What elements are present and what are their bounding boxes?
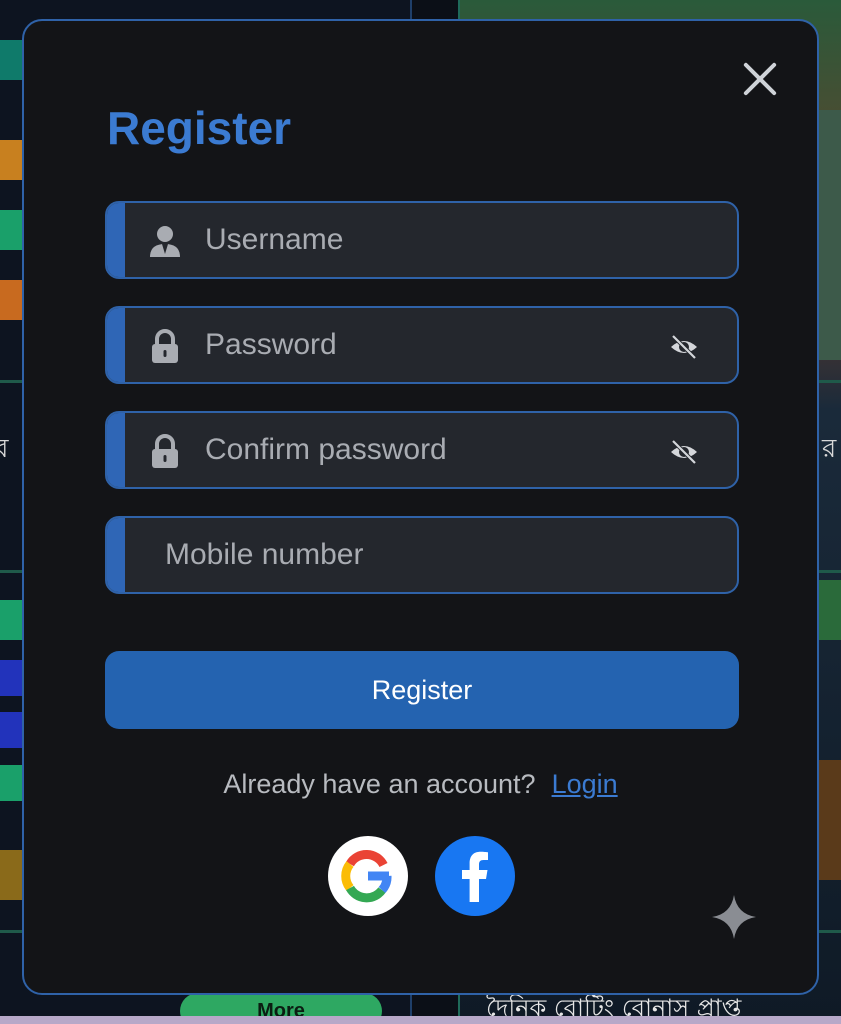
google-icon — [341, 849, 392, 903]
background-tile — [0, 600, 24, 640]
background-tile — [817, 110, 841, 360]
background-divider — [817, 380, 841, 383]
modal-title: Register — [107, 102, 292, 154]
background-tile — [0, 660, 24, 696]
background-text-fragment: র — [822, 434, 837, 464]
login-prompt: Already have an account? Login — [24, 769, 817, 800]
background-tile — [0, 712, 24, 748]
field-accent — [107, 413, 125, 487]
background-divider — [0, 380, 24, 383]
confirm-password-field — [105, 411, 739, 489]
lock-icon — [147, 433, 183, 469]
background-tile — [817, 580, 841, 640]
username-field — [105, 201, 739, 279]
background-tile — [0, 210, 24, 250]
background-tile — [0, 40, 24, 80]
sparkle-icon — [710, 893, 758, 941]
register-button[interactable]: Register — [105, 651, 739, 729]
background-tile — [0, 280, 24, 320]
bottom-bar — [0, 1016, 841, 1024]
login-link[interactable]: Login — [552, 769, 618, 799]
background-divider — [0, 570, 24, 573]
mobile-number-field — [105, 516, 739, 594]
background-divider — [817, 570, 841, 573]
google-login-button[interactable] — [328, 836, 408, 916]
password-field — [105, 306, 739, 384]
mobile-number-input[interactable] — [165, 518, 615, 592]
eye-off-icon[interactable] — [669, 437, 699, 467]
background-tile — [0, 850, 24, 900]
lock-icon — [147, 328, 183, 364]
background-text-fragment: ব — [0, 434, 9, 464]
background-divider — [817, 930, 841, 933]
password-input[interactable] — [205, 308, 655, 382]
username-input[interactable] — [205, 203, 655, 277]
background-tile — [817, 760, 841, 880]
background-divider — [0, 930, 24, 933]
eye-off-icon[interactable] — [669, 332, 699, 362]
facebook-login-button[interactable] — [435, 836, 515, 916]
field-accent — [107, 518, 125, 592]
background-tile — [0, 765, 24, 801]
background-tile — [0, 140, 24, 180]
facebook-icon — [462, 851, 488, 902]
close-icon[interactable] — [740, 57, 780, 97]
user-icon — [147, 223, 183, 259]
register-modal: Register Username Mobile number Register… — [22, 19, 819, 995]
confirm-password-input[interactable] — [205, 413, 655, 487]
login-prompt-text: Already have an account? — [223, 769, 536, 799]
field-accent — [107, 308, 125, 382]
field-accent — [107, 203, 125, 277]
